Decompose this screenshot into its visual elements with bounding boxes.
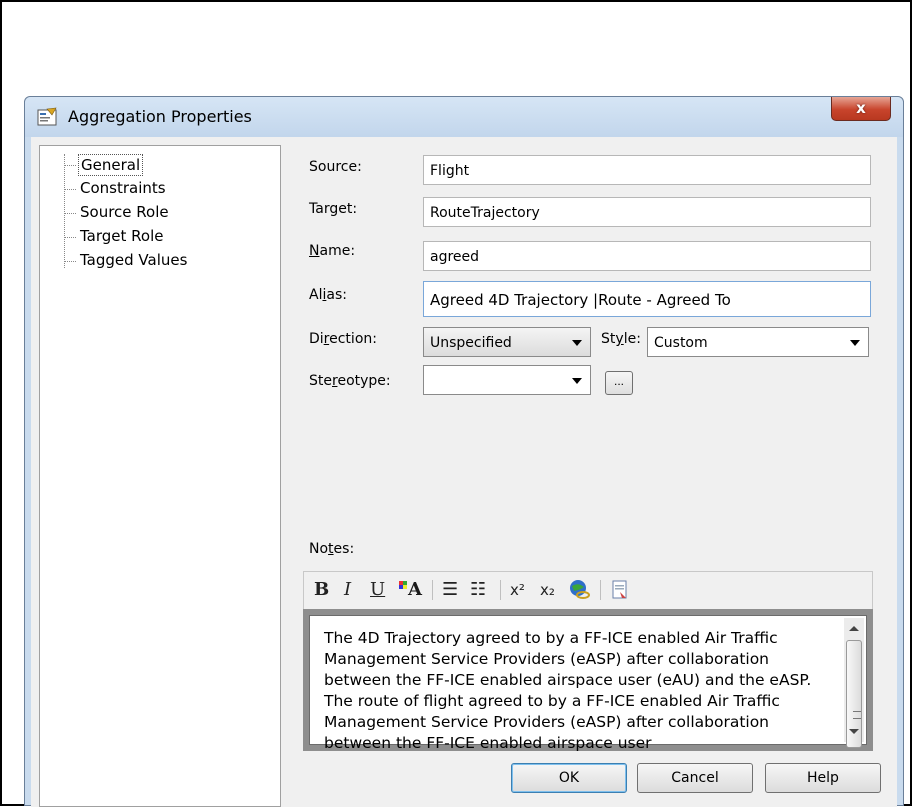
bullet-list-button[interactable]: ☰ <box>442 578 458 602</box>
property-tree: General Constraints Source Role Target R… <box>39 145 281 807</box>
target-field[interactable]: RouteTrajectory <box>423 197 871 227</box>
bold-button[interactable]: B <box>314 578 329 602</box>
stereotype-select[interactable] <box>423 365 591 395</box>
help-button[interactable]: Help <box>765 763 881 793</box>
ok-button[interactable]: OK <box>511 763 627 793</box>
close-icon: x <box>856 99 866 117</box>
source-label: Source: <box>309 159 362 175</box>
italic-button[interactable]: I <box>344 578 351 602</box>
properties-icon <box>37 107 57 126</box>
document-icon <box>612 580 627 599</box>
name-label: Name: <box>309 243 356 259</box>
alias-field[interactable]: Agreed 4D Trajectory |Route - Agreed To <box>423 281 871 317</box>
underline-button[interactable]: U <box>370 578 385 602</box>
chevron-down-icon <box>572 340 582 346</box>
tree-item-label: Source Role <box>80 203 169 221</box>
notes-paragraph: The 4D Trajectory agreed to by a FF-ICE … <box>324 629 812 689</box>
tree-item-label: Tagged Values <box>80 251 188 269</box>
stereotype-browse-button[interactable]: ... <box>605 371 633 395</box>
style-value: Custom <box>654 335 708 351</box>
title-bar[interactable]: Aggregation Properties x <box>25 97 903 137</box>
name-field[interactable]: agreed <box>423 241 871 271</box>
chevron-down-icon <box>572 378 582 384</box>
scroll-down-icon[interactable] <box>849 729 859 734</box>
target-label: Target: <box>309 201 358 217</box>
scroll-up-icon[interactable] <box>849 626 859 631</box>
notes-text: The 4D Trajectory agreed to by a FF-ICE … <box>324 628 824 754</box>
direction-label: Direction: <box>309 331 377 347</box>
tree-item-label: Target Role <box>80 227 164 245</box>
dialog-client: General Constraints Source Role Target R… <box>31 137 897 807</box>
tree-connector <box>64 154 65 268</box>
window-title: Aggregation Properties <box>68 107 252 126</box>
notes-paragraph: The route of flight agreed to by a FF-IC… <box>324 692 780 752</box>
style-select[interactable]: Custom <box>647 327 869 357</box>
font-color-letter: A <box>408 579 422 600</box>
general-panel: Source: Flight Target: RouteTrajectory N… <box>287 137 897 752</box>
notes-toolbar: B I U A ☰ ☷ x² x₂ <box>303 571 873 609</box>
direction-select[interactable]: Unspecified <box>423 327 591 357</box>
notes-scrollbar[interactable] <box>844 618 864 748</box>
direction-value: Unspecified <box>430 335 512 351</box>
globe-link-icon <box>570 580 590 599</box>
tree-item-label: Constraints <box>80 179 166 197</box>
chevron-down-icon <box>850 340 860 346</box>
tree-item-label: General <box>78 154 144 176</box>
alias-label: Alias: <box>309 287 347 303</box>
stereotype-label: Stereotype: <box>309 373 391 389</box>
numbered-list-button[interactable]: ☷ <box>470 578 486 602</box>
cancel-button[interactable]: Cancel <box>637 763 753 793</box>
source-field[interactable]: Flight <box>423 155 871 185</box>
superscript-button[interactable]: x² <box>510 578 525 602</box>
style-label: Style: <box>601 331 641 347</box>
notes-editor-frame: The 4D Trajectory agreed to by a FF-ICE … <box>303 609 873 752</box>
subscript-button[interactable]: x₂ <box>540 578 555 602</box>
close-button[interactable]: x <box>831 97 891 121</box>
aggregation-properties-dialog: Aggregation Properties x General Constra… <box>24 96 904 807</box>
notes-editor[interactable]: The 4D Trajectory agreed to by a FF-ICE … <box>309 615 867 752</box>
notes-label: Notes: <box>309 541 355 557</box>
